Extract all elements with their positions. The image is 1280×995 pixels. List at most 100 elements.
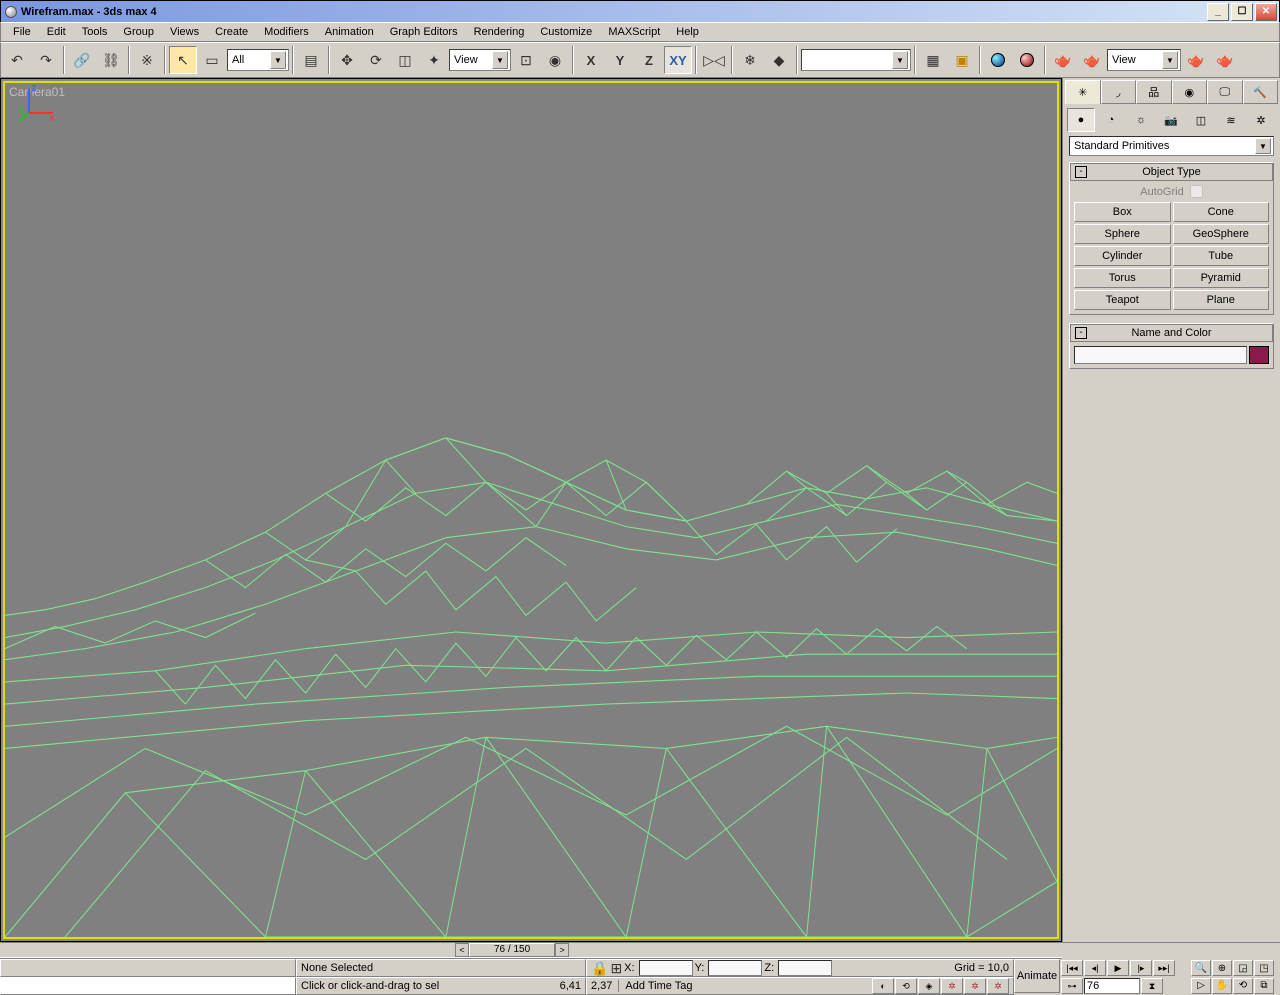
play-button[interactable]: ▶ [1107,960,1129,976]
schematic-view-button[interactable]: ▣ [948,46,976,74]
tab-display[interactable]: 🖵 [1207,80,1243,104]
track-view-button[interactable]: ▦ [919,46,947,74]
subcat-spacewarps[interactable]: ≋ [1217,108,1245,132]
menu-customize[interactable]: Customize [532,24,600,40]
bind-spacewarp-button[interactable]: ※ [133,46,161,74]
maximize-viewport-button[interactable]: ⧉ [1254,978,1274,994]
restrict-xy-button[interactable]: XY [664,46,692,74]
subcat-cameras[interactable]: 📷 [1157,108,1185,132]
restrict-z-button[interactable]: Z [635,46,663,74]
menu-rendering[interactable]: Rendering [466,24,533,40]
menu-views[interactable]: Views [162,24,207,40]
link-button[interactable]: 🔗 [68,46,96,74]
x-coord-input[interactable] [639,960,693,976]
mirror-button[interactable]: ❄ [736,46,764,74]
select-button[interactable]: ↖ [169,46,197,74]
pivot-button[interactable]: ⊡ [512,46,540,74]
snap-percent[interactable]: ◈ [918,978,940,994]
menu-modifiers[interactable]: Modifiers [256,24,317,40]
prim-sphere[interactable]: Sphere [1074,224,1171,244]
lock-icon[interactable]: 🔒 [591,961,608,975]
key-mode-button[interactable]: ⊶ [1061,978,1083,994]
prim-torus[interactable]: Torus [1074,268,1171,288]
primitive-class-dropdown[interactable]: Standard Primitives ▼ [1069,136,1274,156]
material-browser-button[interactable] [1013,46,1041,74]
prev-frame-button[interactable]: ◂| [1084,960,1106,976]
ik-button[interactable]: ▷◁ [700,46,728,74]
menu-tools[interactable]: Tools [74,24,116,40]
prim-pyramid[interactable]: Pyramid [1173,268,1270,288]
prim-geosphere[interactable]: GeoSphere [1173,224,1270,244]
menu-maxscript[interactable]: MAXScript [600,24,668,40]
zoom-button[interactable]: 🔍 [1191,960,1211,976]
unlink-button[interactable]: ⛓ [97,46,125,74]
fov-button[interactable]: ▷ [1191,978,1211,994]
prim-teapot[interactable]: Teapot [1074,290,1171,310]
snap-toggle[interactable]: ◐ [872,978,894,994]
snap-a[interactable]: ✲ [964,978,986,994]
prim-cone[interactable]: Cone [1173,202,1270,222]
goto-end-button[interactable]: ▸▸| [1153,960,1175,976]
subcat-helpers[interactable]: ◫ [1187,108,1215,132]
menu-edit[interactable]: Edit [39,24,74,40]
menu-help[interactable]: Help [668,24,707,40]
manipulate-button[interactable]: ✦ [420,46,448,74]
rollout-header[interactable]: - Object Type [1070,163,1273,181]
menu-group[interactable]: Group [115,24,162,40]
time-next-button[interactable]: > [555,943,569,957]
render-scene-button[interactable]: 🫖 [1049,46,1077,74]
maximize-button[interactable]: ☐ [1231,3,1253,21]
viewport[interactable]: Camera01 [3,81,1059,939]
snap-angle[interactable]: ⟲ [895,978,917,994]
time-ruler[interactable]: 010203040506070809010011012013014015 [0,957,1062,959]
coord-mode-icon[interactable]: ⊞ [610,961,622,975]
undo-button[interactable]: ↶ [3,46,31,74]
next-frame-button[interactable]: |▸ [1130,960,1152,976]
object-name-input[interactable] [1074,346,1247,364]
zoom-extents-button[interactable]: ◲ [1233,960,1253,976]
restrict-x-button[interactable]: X [577,46,605,74]
menu-animation[interactable]: Animation [317,24,382,40]
material-editor-button[interactable] [984,46,1012,74]
prim-cylinder[interactable]: Cylinder [1074,246,1171,266]
z-coord-input[interactable] [778,960,832,976]
render-type-button[interactable]: 🫖 [1078,46,1106,74]
selection-filter-dropdown[interactable]: All ▼ [227,49,289,71]
restrict-y-button[interactable]: Y [606,46,634,74]
subcat-shapes[interactable]: ◔ [1097,108,1125,132]
tab-motion[interactable]: ◉ [1172,80,1208,104]
close-button[interactable]: ✕ [1255,3,1277,21]
minimize-button[interactable]: _ [1207,3,1229,21]
goto-start-button[interactable]: |◂◂ [1061,960,1083,976]
menu-create[interactable]: Create [207,24,256,40]
autogrid-checkbox[interactable] [1190,185,1203,198]
object-color-swatch[interactable] [1249,346,1269,364]
tab-hierarchy[interactable]: 品 [1136,80,1172,104]
move-button[interactable]: ✥ [333,46,361,74]
y-coord-input[interactable] [708,960,762,976]
add-time-tag[interactable]: Add Time Tag [618,980,692,992]
time-slider[interactable]: 76 / 150 [469,943,555,957]
subcat-systems[interactable]: ✲ [1247,108,1275,132]
prim-tube[interactable]: Tube [1173,246,1270,266]
tab-utilities[interactable]: 🔨 [1243,80,1279,104]
subcat-geometry[interactable]: ● [1067,108,1095,132]
subcat-lights[interactable]: ☼ [1127,108,1155,132]
current-frame-input[interactable] [1084,978,1140,994]
prim-plane[interactable]: Plane [1173,290,1270,310]
scale-button[interactable]: ◫ [391,46,419,74]
arc-rotate-button[interactable]: ⟲ [1233,978,1253,994]
tab-modify[interactable]: ◞ [1101,80,1137,104]
snap-spinner[interactable]: ✲ [941,978,963,994]
time-prev-button[interactable]: < [455,943,469,957]
menu-grapheditors[interactable]: Graph Editors [382,24,466,40]
rollout-header[interactable]: - Name and Color [1070,324,1273,342]
zoom-all-button[interactable]: ⊕ [1212,960,1232,976]
zoom-extents-all-button[interactable]: ◳ [1254,960,1274,976]
listener-mini-output[interactable] [0,959,296,977]
redo-button[interactable]: ↷ [32,46,60,74]
snap-b[interactable]: ✲ [987,978,1009,994]
tab-create[interactable]: ✳ [1065,80,1101,104]
array-button[interactable]: ◆ [765,46,793,74]
center-button[interactable]: ◉ [541,46,569,74]
